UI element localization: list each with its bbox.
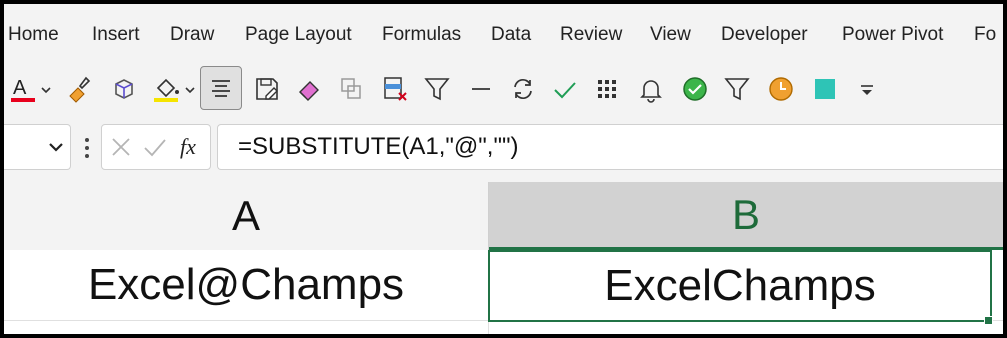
green-check-button[interactable] xyxy=(678,70,712,108)
name-box[interactable] xyxy=(4,124,71,170)
excel-window: Home Insert Draw Page Layout Formulas Da… xyxy=(4,4,1003,334)
cell-a1[interactable]: Excel@Champs xyxy=(4,250,488,320)
3d-model-button[interactable] xyxy=(106,70,140,108)
3d-model-icon xyxy=(115,79,133,99)
refresh-icon xyxy=(514,78,532,100)
grid-icon xyxy=(598,80,616,98)
check-button[interactable] xyxy=(548,70,582,108)
svg-text:A: A xyxy=(13,77,27,99)
more-options-icon[interactable] xyxy=(82,136,92,160)
column-header-b[interactable]: B xyxy=(489,182,1003,250)
cell-b1-selected[interactable]: ExcelChamps xyxy=(488,250,992,322)
line-icon xyxy=(472,88,490,90)
format-painter-button[interactable] xyxy=(62,70,96,108)
format-painter-icon xyxy=(69,76,91,103)
funnel-icon xyxy=(724,78,750,101)
filter-icon xyxy=(424,78,450,101)
align-center-button[interactable] xyxy=(200,66,242,110)
fill-handle[interactable] xyxy=(984,316,993,325)
bell-button[interactable] xyxy=(634,70,668,108)
copy-format-button[interactable] xyxy=(334,70,368,108)
teal-square-icon xyxy=(815,79,835,99)
tab-page-layout[interactable]: Page Layout xyxy=(245,24,352,46)
align-center-icon xyxy=(212,80,230,97)
fill-color-button[interactable] xyxy=(150,70,198,108)
grid-button[interactable] xyxy=(590,70,624,108)
tab-data[interactable]: Data xyxy=(491,24,531,46)
fill-color-icon xyxy=(154,78,195,102)
funnel-button[interactable] xyxy=(720,70,754,108)
quick-toolbar: A xyxy=(4,60,1003,120)
tab-power-pivot[interactable]: Power Pivot xyxy=(842,24,943,46)
formula-input[interactable]: =SUBSTITUTE(A1,"@","") xyxy=(217,124,1003,170)
green-check-circle-icon xyxy=(683,77,707,101)
line-button[interactable] xyxy=(464,70,498,108)
tab-developer[interactable]: Developer xyxy=(721,24,808,46)
clock-button[interactable] xyxy=(764,70,798,108)
refresh-button[interactable] xyxy=(506,70,540,108)
tab-home[interactable]: Home xyxy=(8,24,59,46)
column-headers: A B xyxy=(4,182,1003,251)
ribbon-tabs: Home Insert Draw Page Layout Formulas Da… xyxy=(4,4,1003,60)
font-color-button[interactable]: A xyxy=(8,70,52,108)
tab-insert[interactable]: Insert xyxy=(92,24,140,46)
teal-square-button[interactable] xyxy=(808,70,842,108)
check-icon xyxy=(554,82,576,99)
formula-bar: fx =SUBSTITUTE(A1,"@","") xyxy=(4,120,1003,182)
tab-draw[interactable]: Draw xyxy=(170,24,214,46)
tab-view[interactable]: View xyxy=(650,24,691,46)
filter-button[interactable] xyxy=(420,70,454,108)
tab-review[interactable]: Review xyxy=(560,24,622,46)
save-as-button[interactable] xyxy=(250,70,284,108)
delete-table-button[interactable] xyxy=(378,70,412,108)
cancel-icon[interactable] xyxy=(110,136,132,158)
eraser-icon xyxy=(299,81,319,101)
formula-text: =SUBSTITUTE(A1,"@","") xyxy=(238,133,519,160)
enter-check-icon[interactable] xyxy=(142,136,168,158)
tab-formulas[interactable]: Formulas xyxy=(382,24,461,46)
save-as-icon xyxy=(256,78,278,100)
font-color-icon: A xyxy=(11,77,51,102)
chevron-down-icon xyxy=(49,143,63,152)
clock-icon xyxy=(769,77,793,101)
eraser-button[interactable] xyxy=(292,70,326,108)
bell-icon xyxy=(640,80,662,103)
customize-toolbar-button[interactable] xyxy=(852,70,882,108)
sheet-grid: Excel@Champs ExcelChamps xyxy=(4,250,1003,334)
formula-controls: fx xyxy=(101,124,211,170)
delete-table-icon xyxy=(384,77,407,101)
customize-dropdown-icon xyxy=(861,85,873,95)
copy-format-icon xyxy=(341,78,361,99)
insert-function-button[interactable]: fx xyxy=(180,134,196,160)
column-header-a[interactable]: A xyxy=(4,182,489,250)
tab-formulas-overflow[interactable]: Fo xyxy=(974,24,996,46)
